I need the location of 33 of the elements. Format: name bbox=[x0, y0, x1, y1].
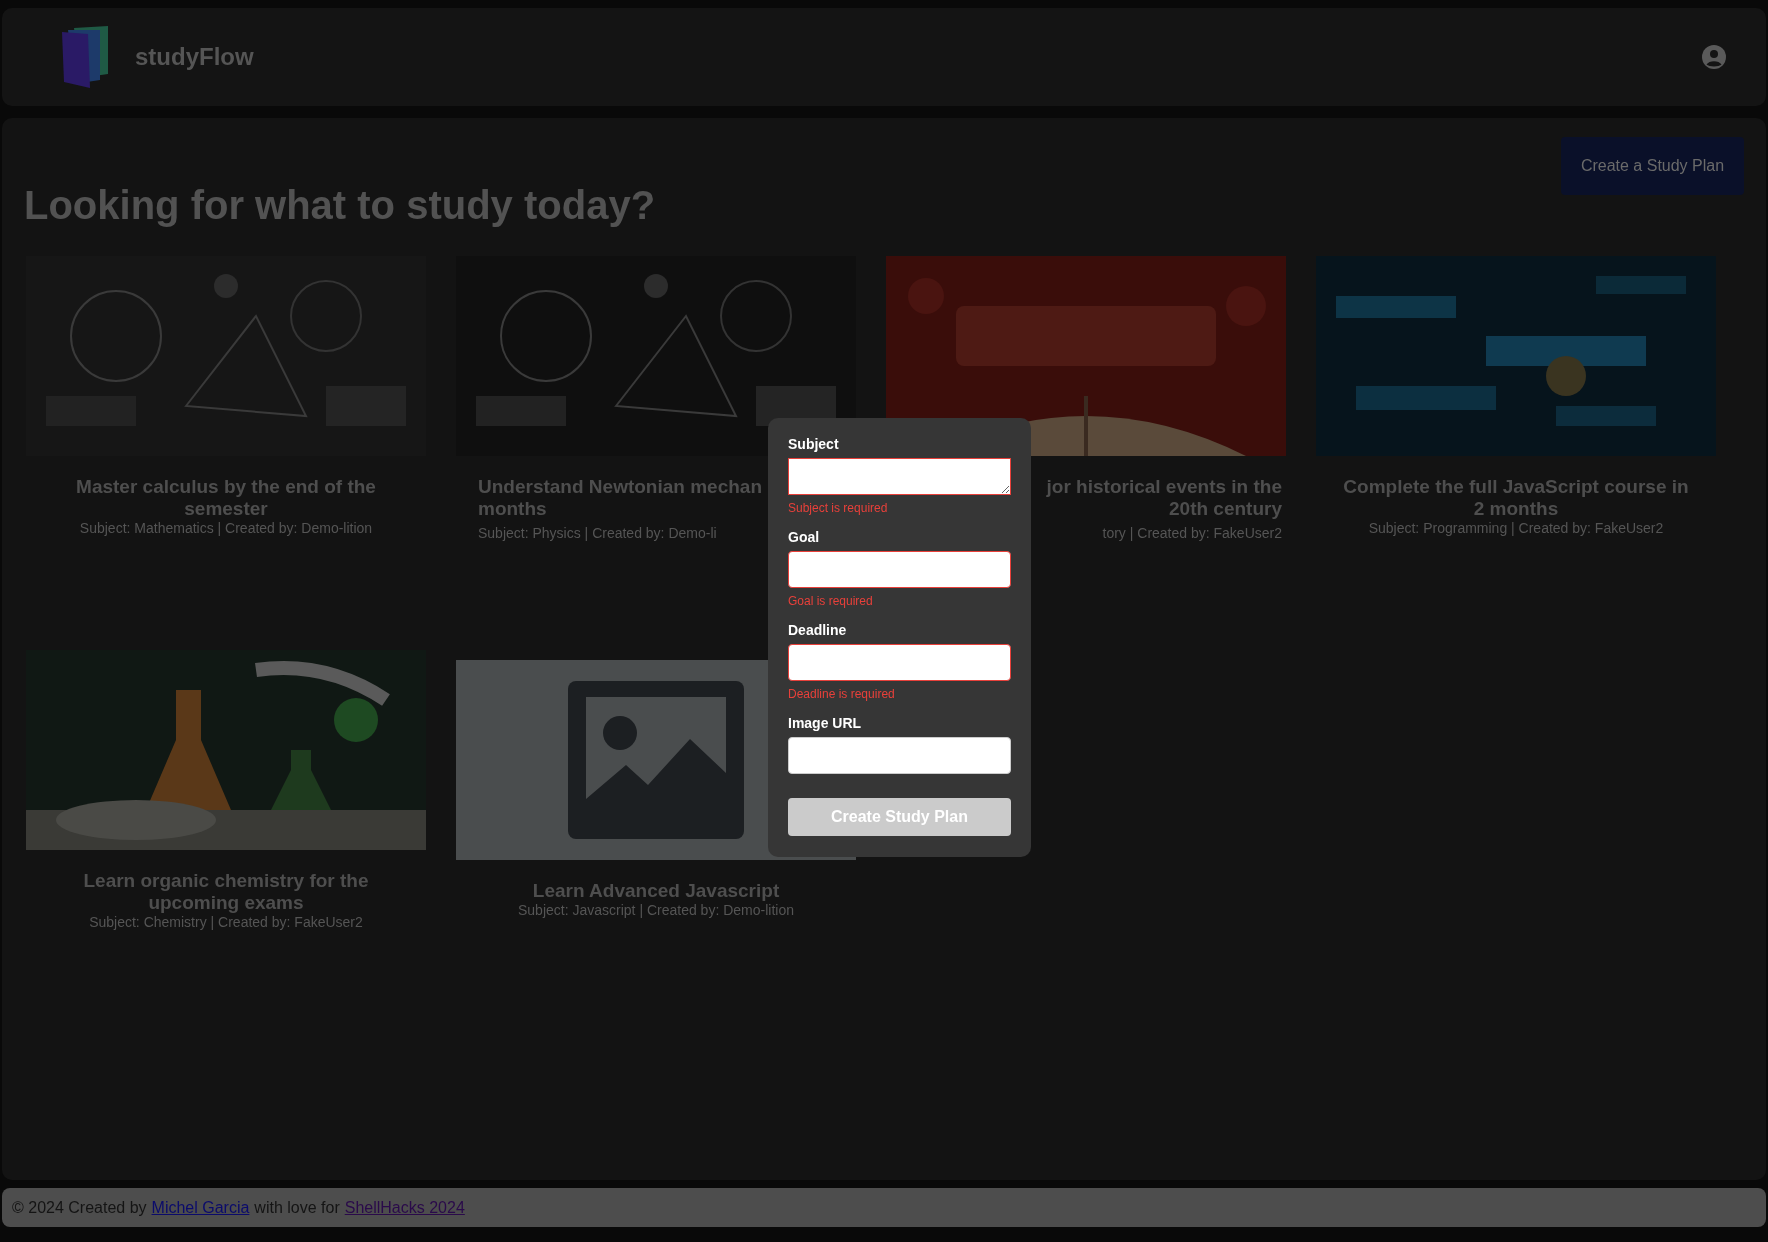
error-message: Goal is required bbox=[788, 594, 874, 608]
card-title: Master calculus by the end of the semester bbox=[76, 476, 376, 520]
error-message: Deadline is required bbox=[788, 687, 896, 701]
footer-text: with love for bbox=[254, 1198, 340, 1217]
card-meta: Subject: Programming | Created by: FakeUser2 bbox=[1368, 520, 1664, 536]
image-placeholder-icon bbox=[568, 681, 744, 839]
text-area[interactable] bbox=[788, 458, 1011, 495]
field-label: Goal bbox=[788, 529, 821, 545]
error-message: Subject is required bbox=[788, 501, 889, 515]
card-title: Understand Newtonian mechan months bbox=[478, 476, 762, 520]
card-title: jor historical events in the 20th century bbox=[1046, 476, 1282, 520]
card-meta: tory | Created by: FakeUser2 bbox=[1102, 525, 1282, 541]
input-field[interactable] bbox=[788, 737, 1011, 774]
card-meta: Subject: Mathematics | Created by: Demo-lition bbox=[79, 520, 373, 536]
field-label: Deadline bbox=[788, 622, 848, 638]
field-label: Image URL bbox=[788, 715, 863, 731]
brand-name: studyFlow bbox=[135, 43, 254, 71]
user-profile-icon[interactable] bbox=[1702, 45, 1726, 69]
card-title: Complete the full JavaScript course in 2 months bbox=[1343, 476, 1689, 520]
card-title: Learn Advanced Javascript bbox=[532, 880, 780, 902]
create-study-plan-button[interactable]: Create a Study Plan bbox=[1561, 137, 1744, 195]
card-meta: Subject: Chemistry | Created by: FakeUser2 bbox=[89, 914, 363, 930]
card-meta: Subject: Physics | Created by: Demo-li bbox=[478, 525, 717, 541]
footer-text: © 2024 Created by bbox=[12, 1198, 147, 1217]
author-link[interactable]: Michel Garcia bbox=[151, 1198, 250, 1217]
event-link[interactable]: ShellHacks 2024 bbox=[344, 1198, 465, 1217]
page-heading: Looking for what to study today? bbox=[24, 183, 656, 228]
field-label: Subject bbox=[788, 436, 840, 452]
book-logo-icon bbox=[60, 24, 110, 90]
card-meta: Subject: Javascript | Created by: Demo-lition bbox=[518, 902, 794, 918]
input-field[interactable] bbox=[788, 644, 1011, 681]
input-field[interactable] bbox=[788, 551, 1011, 588]
card-title: Learn organic chemistry for the upcoming exams bbox=[83, 870, 369, 914]
